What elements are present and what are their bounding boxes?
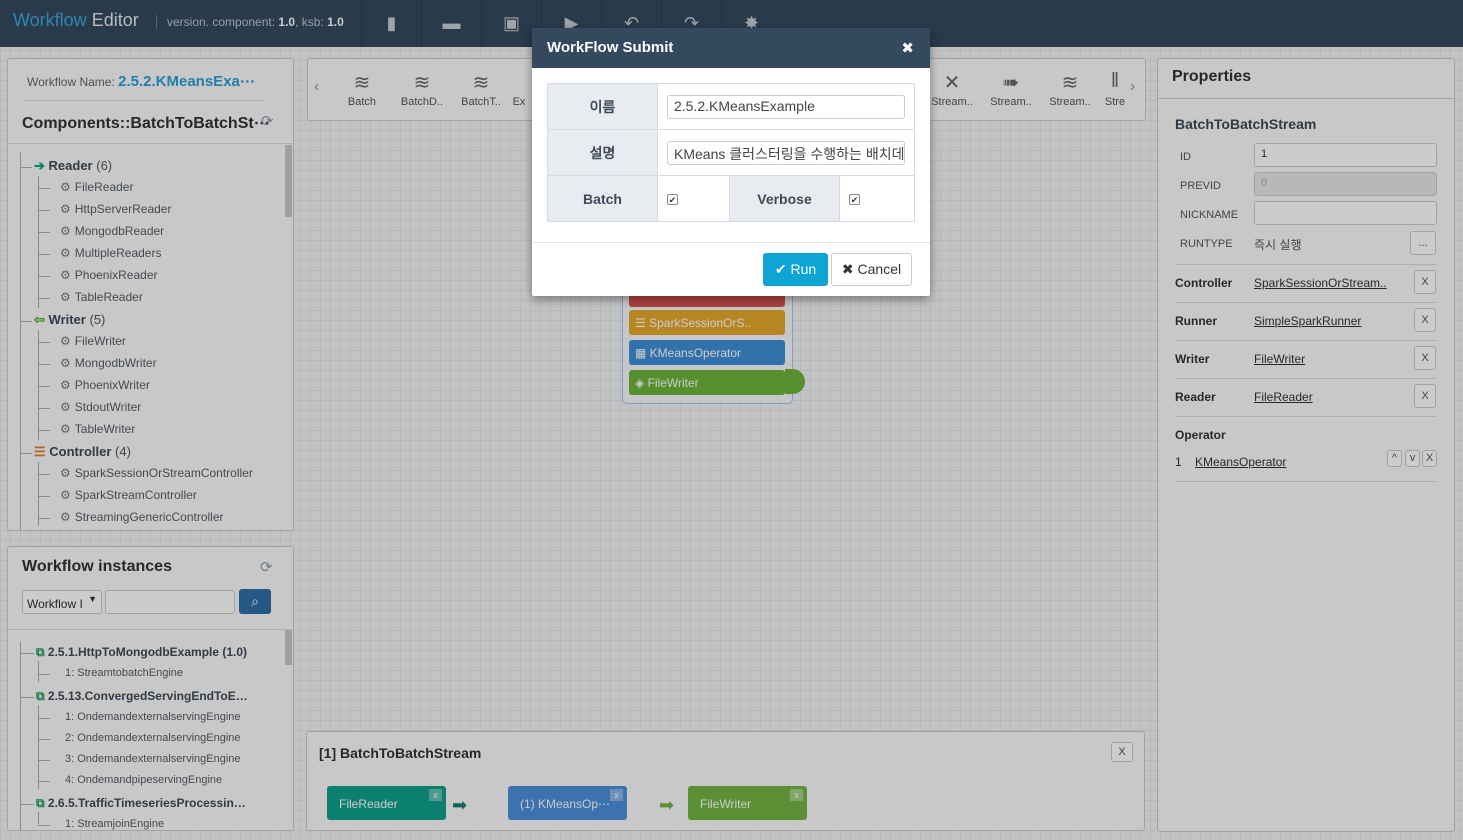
verbose-checkbox[interactable]: ✔ — [849, 193, 860, 205]
check-icon: ✔ — [774, 261, 791, 277]
dialog-title: WorkFlow Submit — [532, 28, 930, 68]
cancel-button[interactable]: ✖ Cancel — [831, 253, 912, 286]
batch-label: Batch — [547, 175, 658, 222]
verbose-label: Verbose — [729, 175, 840, 222]
name-input[interactable]: 2.5.2.KMeansExample — [667, 94, 905, 119]
workflow-submit-dialog: WorkFlow Submit ✖ 이름 2.5.2.KMeansExample… — [532, 28, 930, 296]
x-icon: ✖ — [841, 261, 858, 277]
run-button[interactable]: ✔ Run — [763, 253, 828, 286]
close-icon[interactable]: ✖ — [901, 39, 914, 57]
batch-checkbox[interactable]: ✔ — [667, 193, 678, 205]
description-label: 설명 — [547, 129, 658, 176]
description-input[interactable]: KMeans 클러스터링을 수행하는 배치데이터 — [667, 140, 905, 165]
divider — [532, 242, 930, 243]
name-label: 이름 — [547, 83, 658, 130]
